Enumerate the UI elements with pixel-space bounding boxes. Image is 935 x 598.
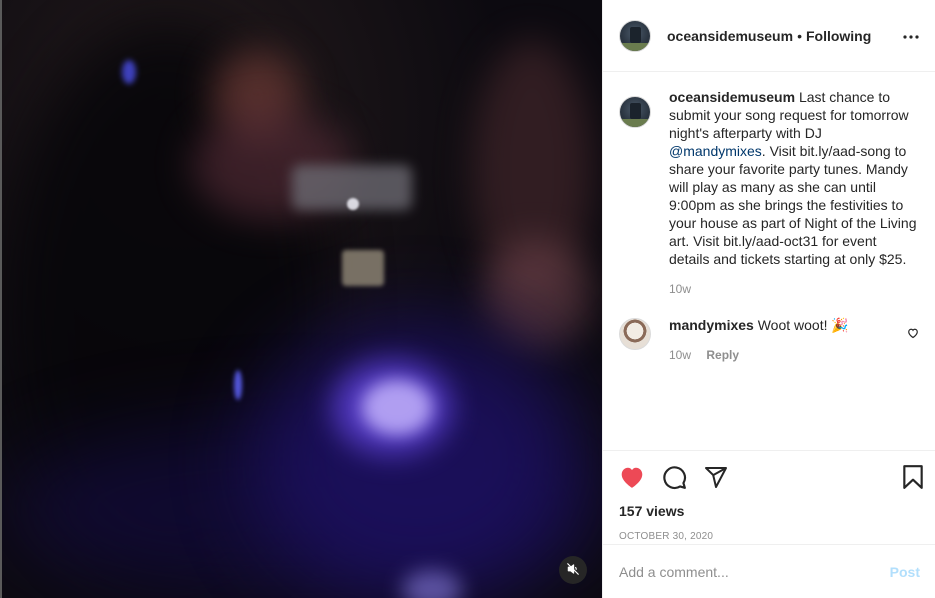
bookmark-icon[interactable] <box>902 464 924 490</box>
share-icon[interactable] <box>703 465 729 489</box>
avatar[interactable] <box>619 19 651 52</box>
post-button[interactable]: Post <box>890 564 920 580</box>
caption-text: oceansidemuseum Last chance to submit yo… <box>669 88 919 268</box>
caption: oceansidemuseum Last chance to submit yo… <box>619 88 919 298</box>
header-username[interactable]: oceansidemuseum <box>667 28 793 44</box>
avatar[interactable] <box>619 96 651 128</box>
video-player[interactable] <box>0 0 602 598</box>
comment-text: Woot woot! 🎉 <box>757 317 849 333</box>
more-icon[interactable] <box>903 24 919 48</box>
post-date[interactable]: OCTOBER 30, 2020 <box>603 531 935 542</box>
caption-mention-link[interactable]: @mandymixes <box>669 143 762 159</box>
heart-icon[interactable] <box>619 465 645 489</box>
comment-input[interactable] <box>619 563 890 580</box>
action-bar <box>603 451 935 503</box>
views-count[interactable]: 157 views <box>603 503 935 519</box>
add-comment-bar: Post <box>603 544 935 598</box>
mute-button[interactable] <box>559 556 587 584</box>
post-modal: oceansidemuseum • Following oceansidemus… <box>0 0 935 598</box>
following-button[interactable]: Following <box>806 28 871 44</box>
caption-username[interactable]: oceansidemuseum <box>669 89 795 105</box>
caption-text-end: . Visit bit.ly/aad-song to share your fa… <box>669 143 917 267</box>
comment-username[interactable]: mandymixes <box>669 317 754 333</box>
avatar[interactable] <box>619 318 651 350</box>
actions-section: 157 views OCTOBER 30, 2020 <box>603 450 935 542</box>
comment-time[interactable]: 10w <box>669 348 691 362</box>
caption-time-text[interactable]: 10w <box>669 282 691 296</box>
caption-time: 10w <box>669 280 919 298</box>
post-header: oceansidemuseum • Following <box>603 0 935 72</box>
comment-item: mandymixes Woot woot! 🎉 10w Reply <box>619 316 919 364</box>
comments-list[interactable]: oceansidemuseum Last chance to submit yo… <box>603 72 935 450</box>
reply-button[interactable]: Reply <box>706 348 739 362</box>
comment-meta: 10w Reply <box>669 346 907 364</box>
comment-like-heart-icon[interactable] <box>907 326 919 342</box>
post-side-panel: oceansidemuseum • Following oceansidemus… <box>602 0 935 598</box>
comment-icon[interactable] <box>661 464 687 490</box>
separator-dot: • <box>797 27 802 44</box>
volume-off-icon <box>566 562 580 579</box>
